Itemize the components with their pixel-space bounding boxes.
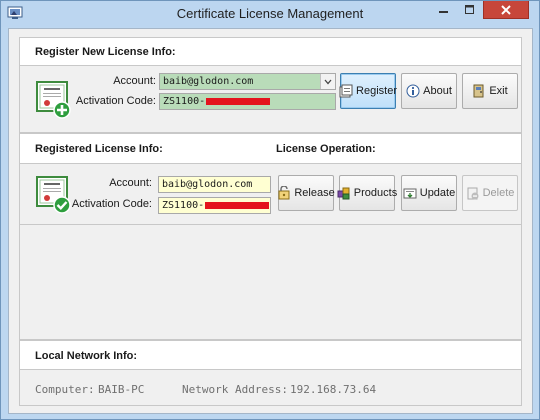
client-area: Register New License Info: Account: baib… (8, 28, 533, 414)
registered-section-panel: Account: baib@glodon.com Activation Code… (19, 163, 522, 225)
about-button[interactable]: About (401, 73, 457, 109)
update-button[interactable]: Update (401, 175, 457, 211)
register-icon (339, 84, 353, 98)
close-icon (501, 4, 511, 15)
minimize-icon (439, 11, 448, 13)
register-button[interactable]: Register (339, 73, 397, 109)
maximize-icon (465, 5, 474, 14)
register-section-heading: Register New License Info: (35, 46, 176, 58)
delete-button[interactable]: Delete (462, 175, 518, 211)
register-section-header: Register New License Info: (19, 37, 522, 66)
computer-label: Computer: (35, 383, 95, 396)
register-button-label: Register (356, 85, 397, 97)
about-button-label: About (423, 85, 452, 97)
computer-value: BAIB-PC (98, 383, 145, 396)
account-combobox[interactable]: baib@glodon.com (159, 73, 336, 90)
registered-section-header: Registered License Info: License Operati… (19, 133, 522, 164)
activation-code-input[interactable]: ZS1100- (159, 93, 336, 110)
empty-content-area (19, 224, 522, 340)
release-button-label: Release (294, 187, 335, 199)
certificate-add-icon (36, 81, 71, 119)
exit-door-icon (473, 84, 484, 98)
network-address-value: 192.168.73.64 (290, 383, 377, 396)
registered-code-label: Activation Code: (71, 198, 152, 210)
redaction-bar (205, 201, 270, 209)
delete-icon (467, 187, 479, 200)
products-icon (337, 187, 350, 200)
app-window: Certificate License Management Register … (0, 0, 540, 420)
chevron-down-icon[interactable] (320, 74, 335, 89)
products-button-label: Products (353, 187, 398, 199)
activation-code-value: ZS1100- (163, 96, 206, 107)
register-section-panel: Account: baib@glodon.com Activation Code… (19, 65, 522, 133)
network-address-label: Network Address: (182, 383, 288, 396)
title-bar[interactable]: Certificate License Management (1, 1, 539, 27)
network-section-heading: Local Network Info: (35, 350, 138, 362)
update-button-label: Update (419, 187, 456, 199)
account-label: Account: (113, 75, 156, 87)
registered-code-value: ZS1100- (162, 200, 205, 211)
delete-button-label: Delete (482, 187, 515, 199)
maximize-button[interactable] (457, 1, 483, 19)
exit-button-label: Exit (489, 85, 508, 97)
registered-code-field[interactable]: ZS1100- (158, 197, 271, 214)
registered-account-value: baib@glodon.com (162, 179, 253, 190)
registered-section-heading: Registered License Info: (35, 143, 163, 155)
release-icon (278, 186, 290, 200)
license-operation-heading: License Operation: (276, 143, 376, 155)
network-section-header: Local Network Info: (19, 340, 522, 370)
activation-code-label: Activation Code: (75, 95, 156, 107)
close-button[interactable] (483, 1, 529, 19)
release-button[interactable]: Release (278, 175, 335, 211)
products-button[interactable]: Products (337, 175, 398, 211)
account-combobox-value: baib@glodon.com (163, 76, 254, 87)
info-icon (406, 84, 420, 98)
redaction-bar (206, 97, 271, 105)
exit-button[interactable]: Exit (462, 73, 518, 109)
update-icon (403, 188, 417, 199)
certificate-check-icon (36, 176, 71, 214)
registered-account-field[interactable]: baib@glodon.com (158, 176, 271, 193)
registered-account-label: Account: (109, 177, 152, 189)
minimize-button[interactable] (431, 1, 457, 19)
